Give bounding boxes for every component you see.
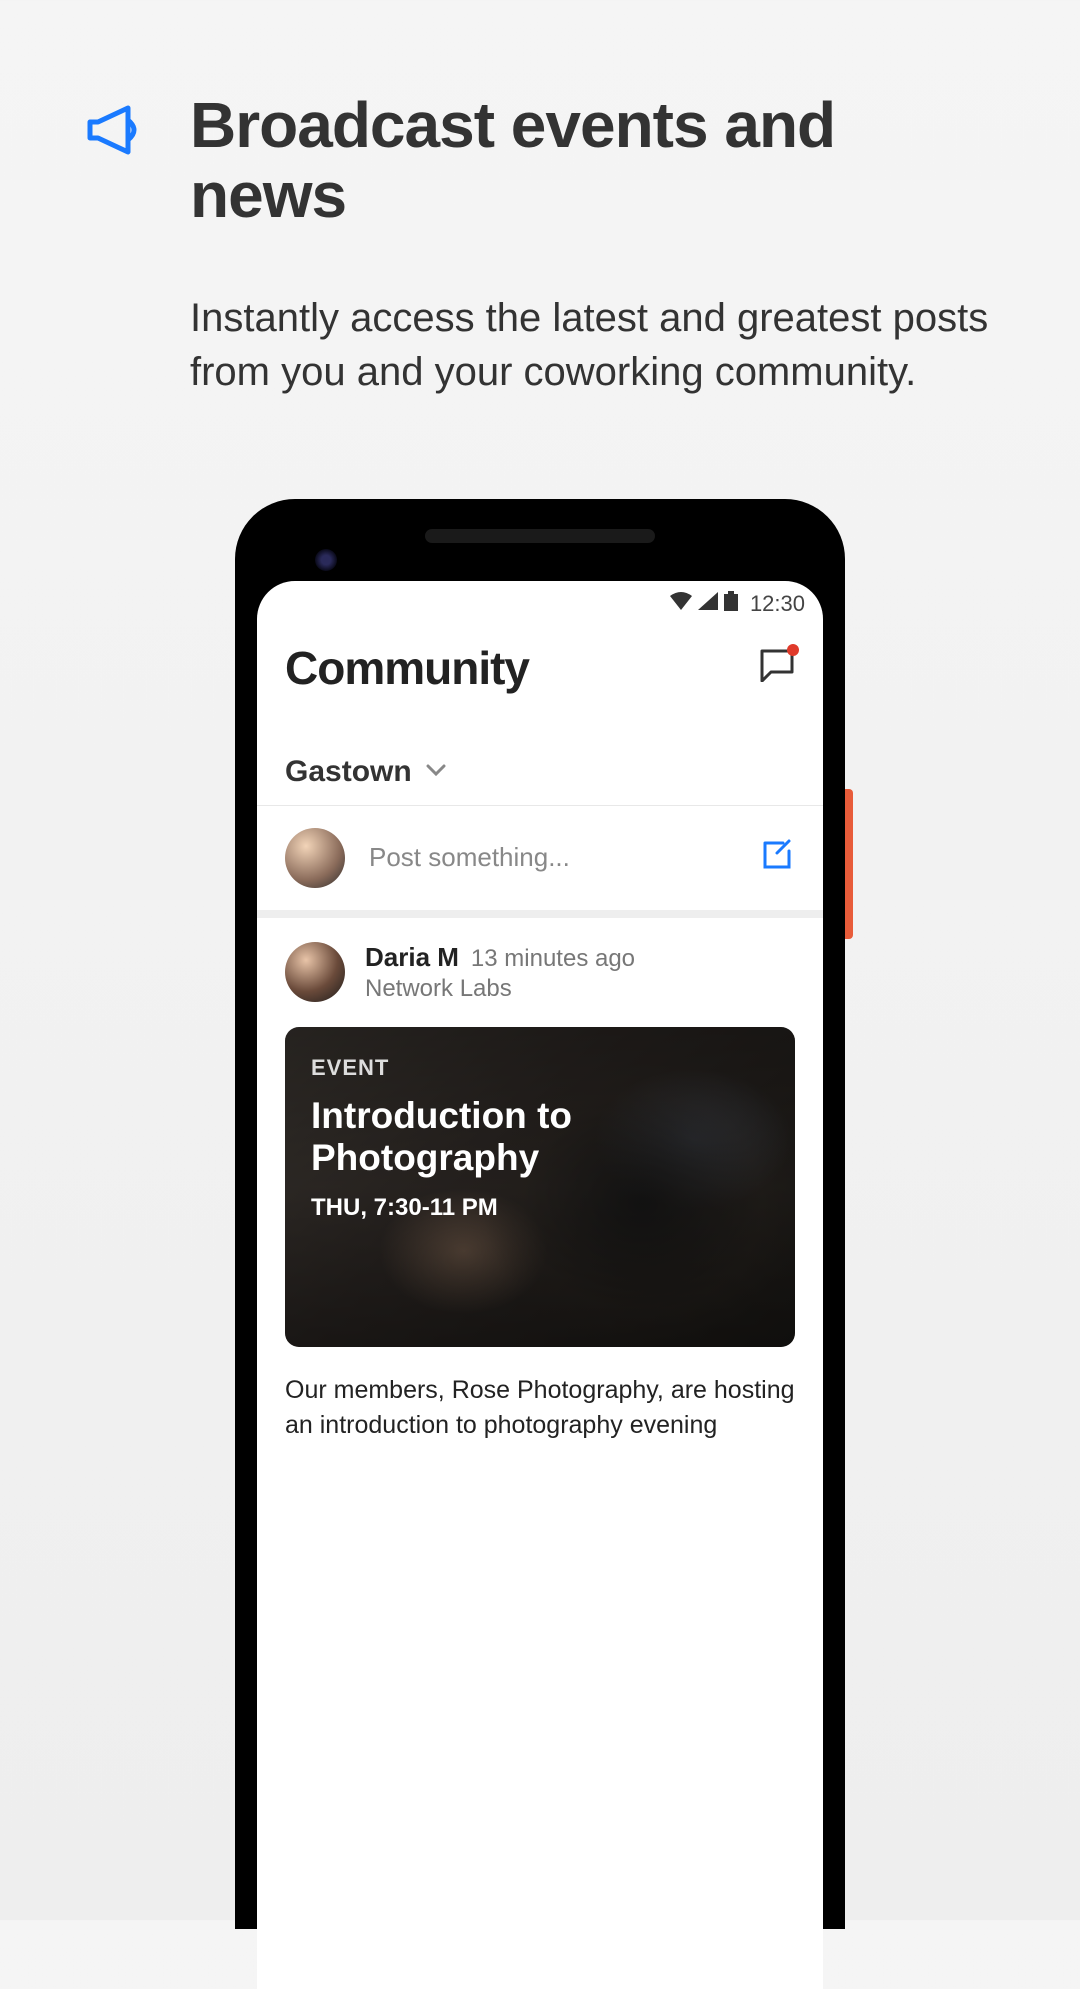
chevron-down-icon	[426, 763, 446, 781]
location-selector[interactable]: Gastown	[257, 705, 823, 806]
event-card[interactable]: EVENT Introduction to Photography THU, 7…	[285, 1027, 795, 1347]
notification-dot	[787, 644, 799, 656]
screen-header: Community	[257, 623, 823, 705]
phone-side-button	[845, 789, 853, 939]
post-header: Daria M 13 minutes ago Network Labs	[285, 942, 795, 1003]
post-body: Our members, Rose Photography, are hosti…	[285, 1373, 795, 1443]
post: Daria M 13 minutes ago Network Labs EVEN…	[257, 918, 823, 1443]
event-time: THU, 7:30-11 PM	[311, 1194, 769, 1222]
compose-placeholder: Post something...	[369, 842, 735, 873]
phone-screen: 12:30 Community Gastown Post something..…	[257, 581, 823, 1989]
status-bar: 12:30	[257, 581, 823, 623]
post-time: 13 minutes ago	[471, 945, 635, 973]
compose-icon[interactable]	[759, 837, 795, 878]
compose-row[interactable]: Post something...	[257, 806, 823, 918]
hero-subtitle: Instantly access the latest and greatest…	[190, 291, 1000, 399]
status-time: 12:30	[750, 591, 805, 617]
event-title: Introduction to Photography	[311, 1095, 769, 1180]
hero-section: Broadcast events and news Instantly acce…	[0, 0, 1080, 459]
location-name: Gastown	[285, 755, 412, 789]
phone-frame: 12:30 Community Gastown Post something..…	[235, 499, 845, 1929]
wifi-icon	[670, 592, 692, 615]
hero-title: Broadcast events and news	[190, 90, 1000, 231]
post-author[interactable]: Daria M	[365, 942, 459, 973]
hero-text: Broadcast events and news Instantly acce…	[190, 90, 1000, 399]
post-org: Network Labs	[365, 975, 635, 1003]
battery-icon	[724, 591, 738, 616]
page-title: Community	[285, 641, 529, 695]
signal-icon	[698, 592, 718, 615]
messages-button[interactable]	[759, 648, 795, 687]
user-avatar	[285, 828, 345, 888]
megaphone-icon	[80, 100, 150, 399]
phone-camera	[315, 549, 337, 571]
phone-speaker	[425, 529, 655, 543]
event-badge: EVENT	[311, 1055, 769, 1081]
post-author-avatar[interactable]	[285, 942, 345, 1002]
